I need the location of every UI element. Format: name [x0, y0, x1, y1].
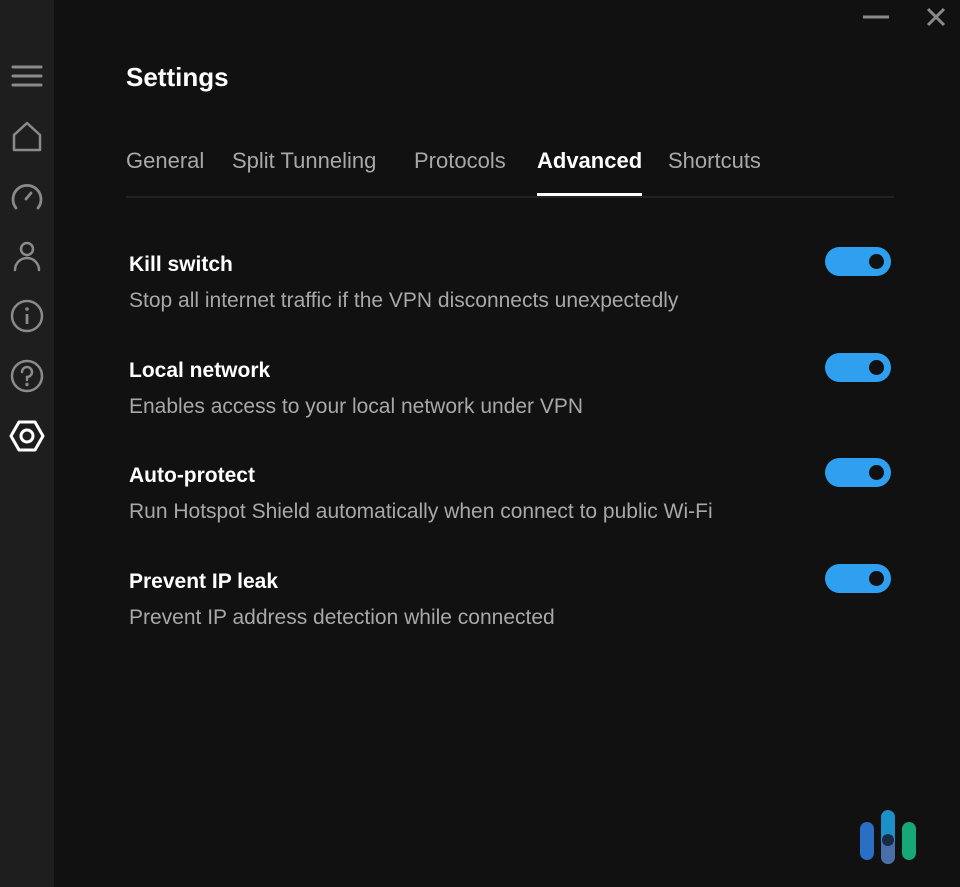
setting-title: Prevent IP leak	[129, 570, 279, 593]
local-network-toggle[interactable]	[825, 353, 891, 382]
info-icon	[10, 299, 44, 333]
minimize-icon	[863, 15, 889, 19]
nav-account[interactable]	[7, 236, 47, 276]
help-icon	[10, 359, 44, 393]
tab-shortcuts[interactable]: Shortcuts	[668, 148, 761, 194]
close-button[interactable]	[918, 2, 954, 32]
prevent-ip-leak-toggle[interactable]	[825, 564, 891, 593]
minimize-button[interactable]	[858, 2, 894, 32]
setting-prevent-ip-leak: Prevent IP leak Prevent IP address detec…	[129, 564, 899, 630]
sidebar	[0, 0, 54, 887]
toggle-knob	[869, 571, 884, 586]
nav-speed[interactable]	[7, 176, 47, 216]
tab-general[interactable]: General	[126, 148, 204, 194]
setting-description: Enables access to your local network und…	[129, 395, 584, 418]
setting-kill-switch: Kill switch Stop all internet traffic if…	[129, 247, 899, 313]
tab-protocols[interactable]: Protocols	[414, 148, 506, 194]
setting-title: Auto-protect	[129, 464, 255, 487]
setting-description: Prevent IP address detection while conne…	[129, 606, 555, 629]
tab-advanced[interactable]: Advanced	[537, 148, 643, 196]
auto-protect-toggle[interactable]	[825, 458, 891, 487]
toggle-knob	[869, 465, 884, 480]
hamburger-icon	[11, 65, 43, 87]
settings-hex-icon	[9, 420, 45, 452]
setting-title: Local network	[129, 359, 271, 382]
setting-auto-protect: Auto-protect Run Hotspot Shield automati…	[129, 458, 899, 524]
setting-description: Run Hotspot Shield automatically when co…	[129, 500, 713, 523]
nav-settings[interactable]	[7, 416, 47, 456]
setting-title: Kill switch	[129, 253, 233, 276]
settings-tabs: General Split Tunneling Protocols Advanc…	[126, 148, 894, 198]
nav-info[interactable]	[7, 296, 47, 336]
brand-logo-icon	[858, 800, 918, 864]
setting-local-network: Local network Enables access to your loc…	[129, 353, 899, 419]
home-icon	[12, 121, 42, 152]
user-icon	[13, 241, 41, 272]
close-icon	[926, 7, 946, 27]
page-title: Settings	[126, 62, 229, 92]
kill-switch-toggle[interactable]	[825, 247, 891, 276]
setting-description: Stop all internet traffic if the VPN dis…	[129, 289, 679, 312]
tab-split-tunneling[interactable]: Split Tunneling	[232, 148, 376, 194]
nav-home[interactable]	[7, 116, 47, 156]
menu-button[interactable]	[7, 56, 47, 96]
speedometer-icon	[11, 184, 43, 210]
nav-help[interactable]	[7, 356, 47, 396]
toggle-knob	[869, 254, 884, 269]
toggle-knob	[869, 360, 884, 375]
